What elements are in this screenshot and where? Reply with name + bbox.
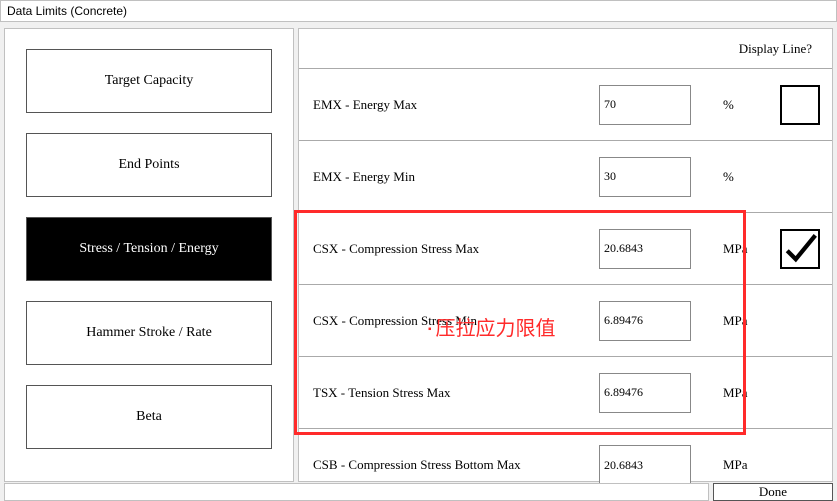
- window-title: Data Limits (Concrete): [7, 4, 127, 18]
- window-titlebar: Data Limits (Concrete): [0, 0, 837, 22]
- row-emx-max: EMX - Energy Max %: [299, 69, 832, 141]
- footer-spacer: [4, 483, 709, 501]
- row-label: EMX - Energy Max: [299, 97, 599, 113]
- display-line-header: Display Line?: [739, 41, 812, 57]
- nav-label: Beta: [136, 409, 162, 425]
- tsx-max-input[interactable]: [599, 373, 691, 413]
- nav-label: Hammer Stroke / Rate: [86, 325, 212, 341]
- row-emx-min: EMX - Energy Min %: [299, 141, 832, 213]
- main-panel: Display Line? EMX - Energy Max % EMX - E…: [298, 28, 833, 482]
- row-label: EMX - Energy Min: [299, 169, 599, 185]
- row-tsx-max: TSX - Tension Stress Max MPa: [299, 357, 832, 429]
- row-label: CSB - Compression Stress Bottom Max: [299, 457, 599, 473]
- done-label: Done: [759, 484, 787, 500]
- header-row: Display Line?: [299, 29, 832, 69]
- row-label: CSX - Compression Stress Min: [299, 313, 599, 329]
- nav-beta[interactable]: Beta: [26, 385, 272, 449]
- row-unit: %: [691, 169, 751, 185]
- row-csx-max: CSX - Compression Stress Max MPa: [299, 213, 832, 285]
- nav-stress-tension-energy[interactable]: Stress / Tension / Energy: [26, 217, 272, 281]
- sidebar: Target Capacity End Points Stress / Tens…: [4, 28, 294, 482]
- row-unit: %: [691, 97, 751, 113]
- nav-label: Target Capacity: [105, 73, 194, 89]
- row-unit: MPa: [691, 457, 751, 473]
- nav-hammer-stroke-rate[interactable]: Hammer Stroke / Rate: [26, 301, 272, 365]
- row-csx-min: CSX - Compression Stress Min MPa: [299, 285, 832, 357]
- row-unit: MPa: [691, 241, 751, 257]
- emx-max-input[interactable]: [599, 85, 691, 125]
- emx-min-input[interactable]: [599, 157, 691, 197]
- row-label: TSX - Tension Stress Max: [299, 385, 599, 401]
- nav-label: End Points: [118, 157, 179, 173]
- row-label: CSX - Compression Stress Max: [299, 241, 599, 257]
- csx-max-input[interactable]: [599, 229, 691, 269]
- row-unit: MPa: [691, 385, 751, 401]
- csx-min-input[interactable]: [599, 301, 691, 341]
- checkmark-icon: [783, 232, 817, 266]
- nav-target-capacity[interactable]: Target Capacity: [26, 49, 272, 113]
- csb-max-input[interactable]: [599, 445, 691, 485]
- nav-label: Stress / Tension / Energy: [79, 241, 218, 257]
- done-button[interactable]: Done: [713, 483, 833, 501]
- csx-max-display-checkbox[interactable]: [780, 229, 820, 269]
- emx-max-display-checkbox[interactable]: [780, 85, 820, 125]
- row-unit: MPa: [691, 313, 751, 329]
- nav-end-points[interactable]: End Points: [26, 133, 272, 197]
